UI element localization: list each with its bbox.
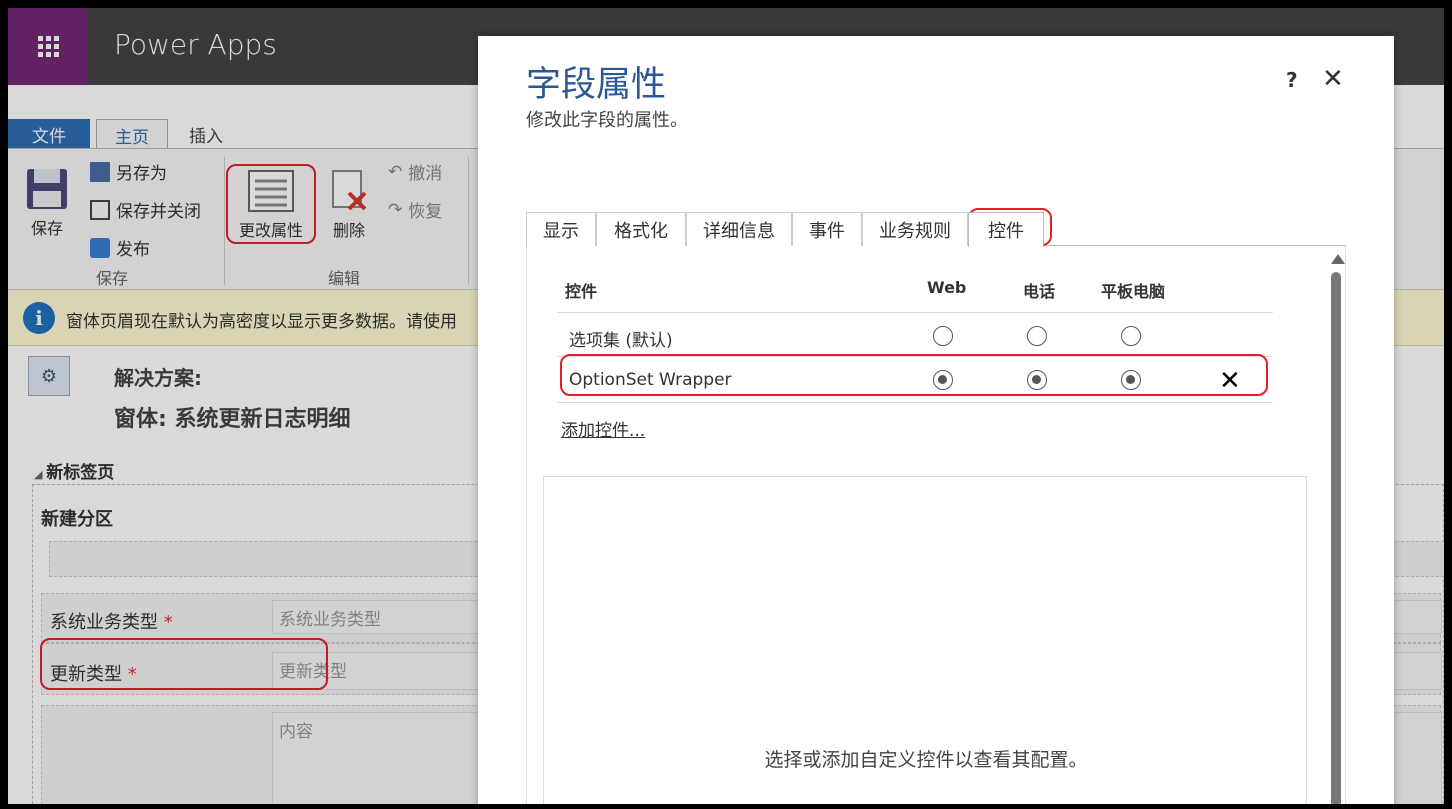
control-config-area: 选择或添加自定义控件以查看其配置。 — [543, 476, 1307, 804]
control-name: 选项集 (默认) — [569, 331, 673, 351]
tab-details[interactable]: 详细信息 — [686, 212, 792, 246]
tab-controls[interactable]: 控件 — [968, 212, 1044, 247]
row-divider — [557, 402, 1273, 403]
tab-events[interactable]: 事件 — [792, 212, 862, 246]
control-name: OptionSet Wrapper — [569, 370, 732, 390]
header-phone: 电话 — [1023, 282, 1056, 301]
tab-display[interactable]: 显示 — [526, 212, 596, 246]
radio-web-wrapper[interactable] — [933, 370, 953, 390]
dialog-tabs: 显示 格式化 详细信息 事件 业务规则 控件 — [526, 212, 1346, 247]
scroll-thumb[interactable] — [1331, 272, 1341, 804]
scroll-up-arrow-icon[interactable] — [1331, 254, 1345, 264]
dialog-title: 字段属性 — [526, 65, 667, 105]
dialog-subtitle: 修改此字段的属性。 — [526, 110, 688, 131]
config-message: 选择或添加自定义控件以查看其配置。 — [764, 749, 1088, 771]
controls-pane: 控件 Web 电话 平板电脑 选项集 (默认) OptionSet Wrappe… — [526, 246, 1346, 804]
add-control-link[interactable]: 添加控件... — [561, 416, 645, 441]
header-control: 控件 — [565, 282, 598, 301]
tab-business-rules[interactable]: 业务规则 — [862, 212, 968, 246]
app-window: Power Apps 文件 主页 插入 保存 另存为 保存并关闭 发布 保存 更… — [8, 8, 1444, 804]
radio-tablet-default[interactable] — [1121, 326, 1141, 346]
radio-phone-default[interactable] — [1027, 326, 1047, 346]
row-divider — [557, 356, 1273, 357]
header-web: Web — [927, 278, 967, 297]
radio-phone-wrapper[interactable] — [1027, 370, 1047, 390]
row-divider — [557, 312, 1273, 313]
radio-tablet-wrapper[interactable] — [1121, 370, 1141, 390]
field-properties-dialog: 字段属性 修改此字段的属性。 ? ✕ 显示 格式化 详细信息 事件 业务规则 控… — [478, 36, 1394, 804]
header-tablet: 平板电脑 — [1101, 282, 1166, 301]
tab-formatting[interactable]: 格式化 — [596, 212, 686, 246]
remove-control-icon[interactable]: ✕ — [1219, 366, 1241, 396]
help-icon[interactable]: ? — [1286, 68, 1298, 92]
scrollbar[interactable] — [1329, 254, 1345, 804]
close-icon[interactable]: ✕ — [1322, 64, 1344, 94]
radio-web-default[interactable] — [933, 326, 953, 346]
